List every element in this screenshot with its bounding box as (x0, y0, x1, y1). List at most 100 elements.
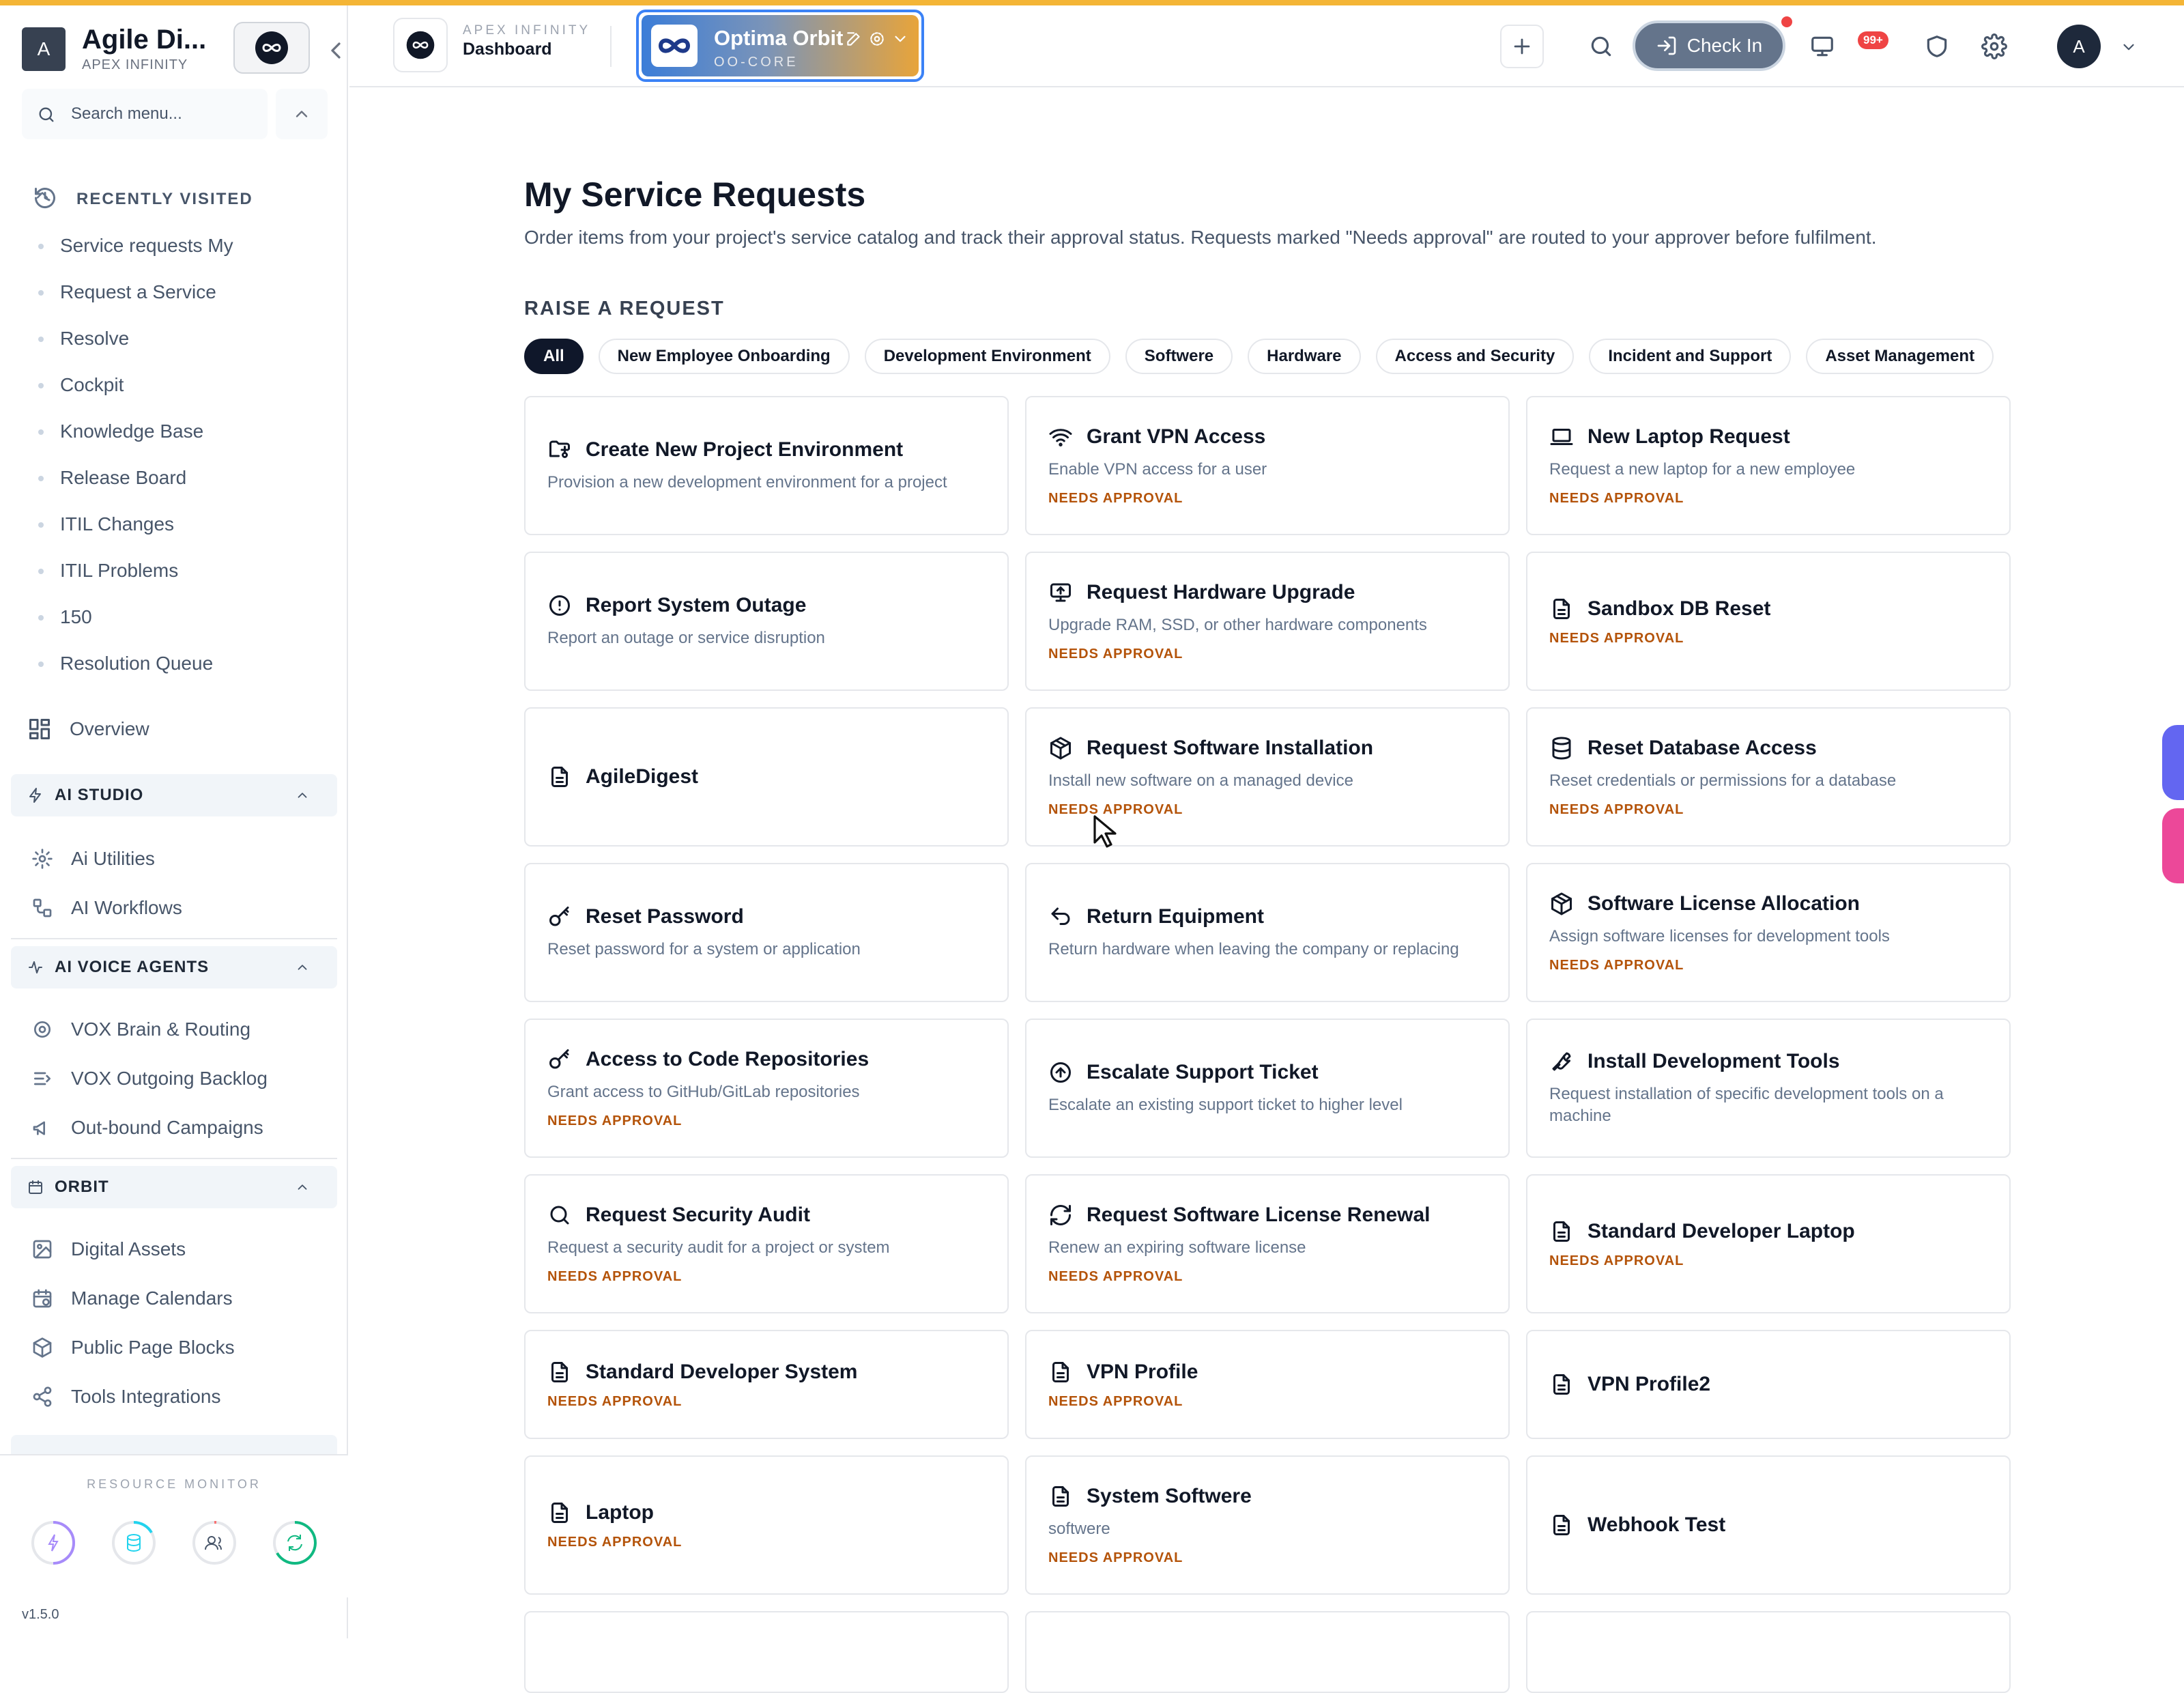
service-card[interactable]: Software License Allocation Assign softwa… (1526, 863, 2011, 1002)
service-card[interactable]: Install Development Tools Request install… (1526, 1019, 2011, 1158)
feedback-fab[interactable] (2162, 808, 2184, 883)
service-card[interactable]: Request Security Audit Request a security… (524, 1174, 1009, 1313)
bolt-gauge-icon[interactable] (29, 1518, 78, 1567)
sidebar-item-vox-brain[interactable]: VOX Brain & Routing (31, 1009, 332, 1050)
service-card[interactable]: VPN Profile2 (1526, 1330, 2011, 1439)
chevron-up-icon (298, 1184, 307, 1190)
sidebar-item-manage-calendars[interactable]: Manage Calendars (31, 1278, 332, 1319)
chevron-down-icon[interactable] (891, 30, 909, 48)
service-card[interactable]: Laptop NEEDS APPROVAL (524, 1455, 1009, 1595)
service-card-title: Return Equipment (1087, 905, 1264, 928)
service-card[interactable]: System Softwere softwere NEEDS APPROVAL (1025, 1455, 1510, 1595)
sidebar-item-digital-assets[interactable]: Digital Assets (31, 1229, 332, 1270)
gear-icon[interactable] (868, 30, 886, 48)
recent-item[interactable]: ITIL Problems (38, 547, 325, 594)
search-icon (39, 107, 54, 122)
recent-item[interactable]: 150 (38, 594, 325, 640)
megaphone-icon (33, 1121, 45, 1135)
chevron-up-icon (296, 111, 308, 117)
recent-item[interactable]: Cockpit (38, 362, 325, 408)
chip-dev-environment[interactable]: Development Environment (864, 339, 1110, 374)
chip-onboarding[interactable]: New Employee Onboarding (598, 339, 850, 374)
sidebar-item-ai-workflows[interactable]: AI Workflows (31, 887, 332, 928)
database-gauge-icon[interactable] (109, 1518, 158, 1567)
service-card-description: Request a security audit for a project o… (547, 1238, 890, 1257)
chip-incident-support[interactable]: Incident and Support (1589, 339, 1792, 374)
service-card[interactable]: New Laptop Request Request a new laptop f… (1526, 396, 2011, 535)
search-button[interactable] (1583, 29, 1619, 64)
topbar: APEX INFINITY Dashboard Optima Orbit OO-… (349, 5, 2184, 87)
service-card[interactable]: VPN Profile NEEDS APPROVAL (1025, 1330, 1510, 1439)
sidebar-item-outbound-campaigns[interactable]: Out-bound Campaigns (31, 1107, 332, 1148)
service-card-partial[interactable] (1526, 1611, 2011, 1693)
recent-item[interactable]: Service requests My (38, 223, 325, 269)
service-card[interactable]: Reset Database Access Reset credentials o… (1526, 707, 2011, 846)
service-card-title: Escalate Support Ticket (1087, 1060, 1319, 1083)
section-orbit[interactable]: ORBIT (11, 1166, 337, 1208)
sidebar-item-vox-backlog[interactable]: VOX Outgoing Backlog (31, 1058, 332, 1099)
recent-item[interactable]: ITIL Changes (38, 501, 325, 547)
file-icon (1553, 1221, 1570, 1242)
users-gauge-icon[interactable] (190, 1518, 239, 1567)
edit-icon[interactable] (845, 30, 863, 48)
service-card[interactable]: Access to Code Repositories Grant access … (524, 1019, 1009, 1158)
refresh-gauge-icon[interactable] (270, 1518, 319, 1567)
sidebar-item-public-page-blocks[interactable]: Public Page Blocks (31, 1327, 332, 1368)
calendar-icon (29, 1180, 42, 1194)
chip-all[interactable]: All (524, 339, 584, 374)
notification-badge[interactable]: 99+ (1858, 31, 1888, 49)
chip-access-security[interactable]: Access and Security (1375, 339, 1575, 374)
apex-logo-icon[interactable] (393, 18, 448, 72)
search-menu-input[interactable] (71, 101, 255, 127)
recently-visited-header[interactable]: RECENTLY VISITED (33, 183, 319, 213)
chip-software[interactable]: Softwere (1125, 339, 1233, 374)
sidebar: A Agile Di... APEX INFINITY RECENTLY VIS… (0, 5, 348, 1638)
workspace-switcher[interactable]: Optima Orbit OO-CORE (636, 10, 924, 82)
service-card[interactable]: Return Equipment Return hardware when lea… (1025, 863, 1510, 1002)
service-card[interactable]: AgileDigest (524, 707, 1009, 846)
brand-header[interactable]: A Agile Di... APEX INFINITY (22, 22, 341, 79)
service-card[interactable]: Reset Password Reset password for a syste… (524, 863, 1009, 1002)
sidebar-item-overview[interactable]: Overview (27, 709, 328, 750)
recent-item[interactable]: Knowledge Base (38, 408, 325, 455)
user-avatar[interactable]: A (2057, 25, 2101, 68)
breadcrumb-dashboard[interactable]: Dashboard (463, 40, 552, 59)
chip-asset-management[interactable]: Asset Management (1806, 339, 1994, 374)
check-in-button[interactable]: Check In (1633, 20, 1785, 71)
chevron-left-icon[interactable] (322, 37, 349, 64)
recent-item[interactable]: Resolve (38, 315, 325, 362)
laptop-icon (1550, 429, 1573, 446)
add-button[interactable] (1500, 25, 1544, 68)
section-products-partial[interactable] (11, 1435, 337, 1454)
collapse-menu-button[interactable] (276, 89, 328, 139)
mouse-cursor-icon (1093, 815, 1117, 848)
settings-button[interactable] (1977, 29, 2012, 64)
service-card[interactable]: Request Hardware Upgrade Upgrade RAM, SSD… (1025, 552, 1510, 691)
service-card[interactable]: Request Software License Renewal Renew an… (1025, 1174, 1510, 1313)
service-card[interactable]: Grant VPN Access Enable VPN access for a … (1025, 396, 1510, 535)
security-button[interactable] (1919, 29, 1955, 64)
service-card[interactable]: Create New Project Environment Provision … (524, 396, 1009, 535)
section-ai-studio[interactable]: AI STUDIO (11, 774, 337, 816)
service-card[interactable]: Webhook Test (1526, 1455, 2011, 1595)
service-card[interactable]: Standard Developer System NEEDS APPROVAL (524, 1330, 1009, 1439)
sidebar-item-ai-utilities[interactable]: Ai Utilities (31, 838, 332, 879)
recent-item[interactable]: Resolution Queue (38, 640, 325, 687)
service-card[interactable]: Sandbox DB Reset NEEDS APPROVAL (1526, 552, 2011, 691)
assistant-fab[interactable] (2162, 725, 2184, 800)
service-card-partial[interactable] (1025, 1611, 1510, 1693)
service-card[interactable]: Standard Developer Laptop NEEDS APPROVAL (1526, 1174, 2011, 1313)
monitor-button[interactable] (1805, 29, 1840, 64)
recent-item[interactable]: Release Board (38, 455, 325, 501)
sidebar-item-tools-integrations[interactable]: Tools Integrations (31, 1376, 332, 1417)
chip-hardware[interactable]: Hardware (1248, 339, 1361, 374)
infinity-logo-icon[interactable] (233, 22, 310, 74)
needs-approval-badge: NEEDS APPROVAL (1048, 490, 1183, 506)
chevron-up-icon (298, 793, 307, 798)
chevron-down-icon[interactable] (2120, 38, 2138, 56)
section-ai-voice-agents[interactable]: AI VOICE AGENTS (11, 946, 337, 988)
service-card-partial[interactable] (524, 1611, 1009, 1693)
service-card[interactable]: Escalate Support Ticket Escalate an exist… (1025, 1019, 1510, 1158)
service-card[interactable]: Report System Outage Report an outage or … (524, 552, 1009, 691)
recent-item[interactable]: Request a Service (38, 269, 325, 315)
